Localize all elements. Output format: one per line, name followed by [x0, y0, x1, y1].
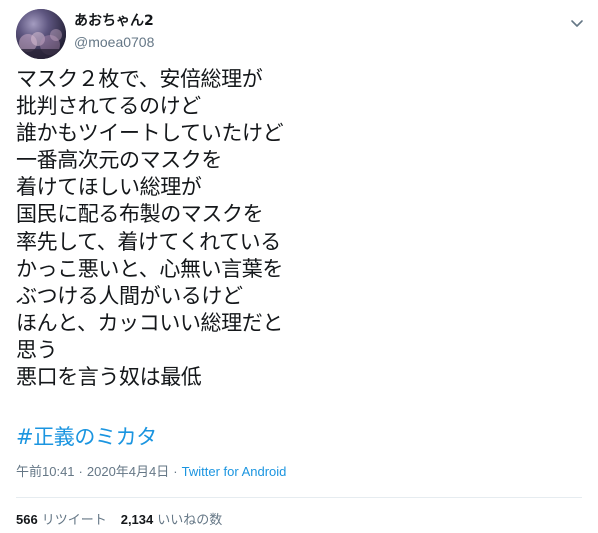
tweet-source-link[interactable]: Twitter for Android [182, 464, 287, 479]
hashtag-link[interactable]: #正義のミカタ [16, 424, 157, 451]
tweet-time[interactable]: 午前10:41 [16, 464, 75, 479]
user-block[interactable]: あおちゃん2 @moea0708 [74, 11, 154, 52]
tweet-text-line: ぶつける人間がいるけど [16, 283, 243, 308]
likes-stat[interactable]: 2,134 いいねの数 [121, 511, 223, 529]
tweet-menu-button[interactable] [568, 14, 586, 32]
tweet-card: あおちゃん2 @moea0708 マスク２枚で、安倍総理が 批判されてるのけど … [0, 0, 598, 533]
divider [16, 497, 582, 498]
tweet-meta: 午前10:41 · 2020年4月4日 · Twitter for Android [16, 463, 286, 481]
retweets-count: 566 [16, 512, 38, 527]
retweets-label: リツイート [41, 512, 107, 527]
tweet-text-line: 国民に配る布製のマスクを [16, 202, 264, 227]
tweet-text-line: 一番高次元のマスクを [16, 148, 222, 173]
tweet-text-line: 批判されてるのけど [16, 94, 201, 119]
tweet-text-line: 率先して、着けてくれている [16, 229, 281, 254]
chevron-down-icon [571, 20, 583, 27]
retweets-stat[interactable]: 566 リツイート [16, 511, 107, 529]
tweet-text-line: マスク２枚で、安倍総理が [16, 67, 263, 91]
meta-separator: · [173, 464, 178, 479]
tweet-date[interactable]: 2020年4月4日 [87, 464, 169, 479]
meta-separator: · [78, 464, 83, 479]
tweet-text: マスク２枚で、安倍総理が 批判されてるのけど 誰かもツイートしていたけど 一番高… [16, 66, 582, 391]
tweet-text-line: 思う [16, 337, 58, 362]
likes-count: 2,134 [120, 512, 154, 527]
tweet-text-line: かっこ悪いと、心無い言葉を [16, 256, 283, 281]
user-handle[interactable]: @moea0708 [74, 32, 154, 52]
avatar[interactable] [16, 9, 66, 59]
tweet-text-line: 誰かもツイートしていたけど [16, 121, 284, 146]
likes-label: いいねの数 [157, 512, 223, 527]
tweet-text-line: 悪口を言う奴は最低 [16, 365, 202, 390]
avatar-photo-icon [16, 9, 66, 59]
tweet-text-line: ほんと、カッコいい総理だと [16, 310, 283, 335]
tweet-stats: 566 リツイート 2,134 いいねの数 [16, 511, 222, 529]
tweet-text-line: 着けてほしい総理が [16, 175, 202, 200]
display-name[interactable]: あおちゃん2 [74, 11, 154, 31]
